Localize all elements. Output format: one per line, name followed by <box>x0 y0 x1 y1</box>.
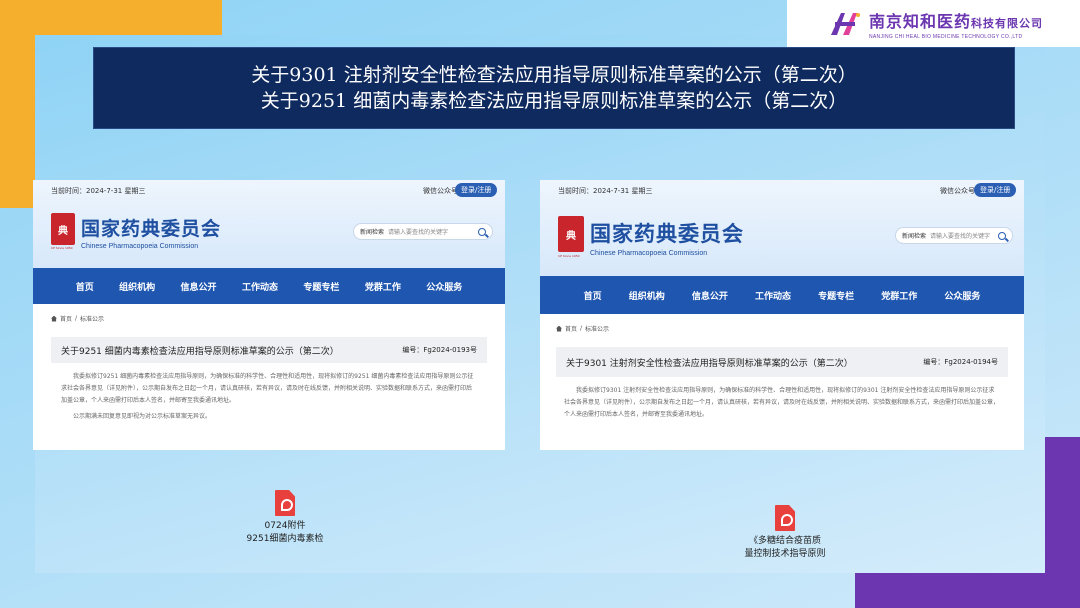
search-input[interactable]: 请输入要查找的关键字 <box>930 231 998 240</box>
site-name-cn: 国家药典委员会 <box>590 222 744 246</box>
attachment-label-line1: 《多糖结合疫苗质 <box>748 536 821 546</box>
search-category-select[interactable]: 新闻检索 <box>902 231 926 240</box>
wechat-link[interactable]: 微信公众号 <box>423 186 458 196</box>
nav-item-info[interactable]: 信息公开 <box>692 289 728 302</box>
site-nav: 首页 组织机构 信息公开 工作动态 专题专栏 党群工作 公众服务 <box>33 268 505 304</box>
nav-item-party[interactable]: 党群工作 <box>365 280 401 293</box>
company-logo: 南京知和医药科技有限公司 NANJING CHI HEAL BIO MEDICI… <box>787 0 1080 47</box>
current-date: 当前时间：2024-7-31 星期三 <box>558 187 653 195</box>
home-icon <box>556 325 562 332</box>
breadcrumb-current[interactable]: 标准公示 <box>80 314 104 323</box>
document-number: 编号：Fg2024-0194号 <box>923 358 998 366</box>
document-title: 关于9301 注射剂安全性检查法应用指导原则标准草案的公示（第二次） <box>566 358 853 369</box>
attachment-file-polysaccharide-vaccine[interactable]: 《多糖结合疫苗质 量控制技术指导原则 <box>710 505 860 561</box>
nav-item-home[interactable]: 首页 <box>76 280 94 293</box>
attachment-label-line2: 9251细菌内毒素检 <box>246 534 324 544</box>
search-category-select[interactable]: 新闻检索 <box>360 227 384 236</box>
site-search-box[interactable]: 新闻检索 请输入要查找的关键字 <box>895 227 1013 244</box>
webpage-screenshot-9251: 当前时间：2024-7-31 星期三 微信公众号 登录/注册 典 CP Sinc… <box>33 180 505 450</box>
breadcrumb-home[interactable]: 首页 <box>565 324 577 333</box>
pdf-file-icon <box>775 505 795 531</box>
title-banner: 关于9301 注射剂安全性检查法应用指导原则标准草案的公示（第二次） 关于925… <box>93 47 1015 129</box>
home-icon <box>51 315 57 322</box>
nav-item-info[interactable]: 信息公开 <box>181 280 217 293</box>
site-name-cn: 国家药典委员会 <box>81 218 222 240</box>
document-body: 我委拟修订9301 注射剂安全性检查法应用指导原则，为确保标准的科学性、合理性和… <box>564 387 1000 418</box>
nav-item-organization[interactable]: 组织机构 <box>629 289 665 302</box>
webpage-screenshot-9301: 当前时间：2024-7-31 星期三 微信公众号 登录/注册 典 CP Sinc… <box>540 180 1024 450</box>
logo-name-cn: 南京知和医药科技有限公司 <box>869 11 1044 31</box>
site-name-en: Chinese Pharmacopoeia Commission <box>81 243 199 250</box>
search-input[interactable]: 请输入要查找的关键字 <box>388 227 478 236</box>
site-search-box[interactable]: 新闻检索 请输入要查找的关键字 <box>353 223 493 240</box>
site-header: 当前时间：2024-7-31 星期三 微信公众号 登录/注册 典 CP Sinc… <box>540 180 1024 276</box>
title-line-2: 关于9251 细菌内毒素检查法应用指导原则标准草案的公示（第二次） <box>260 90 848 112</box>
document-title: 关于9251 细菌内毒素检查法应用指导原则标准草案的公示（第二次） <box>61 346 339 357</box>
wechat-link[interactable]: 微信公众号 <box>940 186 975 196</box>
nav-item-public[interactable]: 公众服务 <box>944 289 980 302</box>
login-button[interactable]: 登录/注册 <box>455 183 498 197</box>
emblem-caption: CP Since 1950 <box>51 246 73 250</box>
nav-item-organization[interactable]: 组织机构 <box>119 280 155 293</box>
current-date: 当前时间：2024-7-31 星期三 <box>51 187 146 195</box>
document-body-note: 公示期满未回复意见即视为对公示标准草案无异议。 <box>73 413 212 420</box>
site-nav: 首页 组织机构 信息公开 工作动态 专题专栏 党群工作 公众服务 <box>540 276 1024 314</box>
document-header: 关于9301 注射剂安全性检查法应用指导原则标准草案的公示（第二次） 编号：Fg… <box>556 347 1008 377</box>
site-header: 当前时间：2024-7-31 星期三 微信公众号 登录/注册 典 CP Sinc… <box>33 180 505 268</box>
nav-item-news[interactable]: 工作动态 <box>755 289 791 302</box>
nav-item-home[interactable]: 首页 <box>584 289 602 302</box>
logo-name-en: NANJING CHI HEAL BIO MEDICINE TECHNOLOGY… <box>869 33 1023 40</box>
commission-emblem-icon: 典 <box>51 213 75 245</box>
attachment-file-9251[interactable]: 0724附件 9251细菌内毒素检 <box>210 490 360 546</box>
breadcrumb: 首页 / 标准公示 <box>556 324 1008 333</box>
search-icon[interactable] <box>478 227 486 236</box>
breadcrumb: 首页 / 标准公示 <box>51 314 487 323</box>
nav-item-public[interactable]: 公众服务 <box>426 280 462 293</box>
pdf-file-icon <box>275 490 295 516</box>
commission-emblem-icon: 典 <box>558 216 584 252</box>
document-body: 我委拟修订9251 细菌内毒素检查法应用指导原则，为确保标准的科学性、合理性和适… <box>61 373 474 404</box>
breadcrumb-home[interactable]: 首页 <box>60 314 72 323</box>
login-button[interactable]: 登录/注册 <box>974 183 1017 197</box>
breadcrumb-current[interactable]: 标准公示 <box>585 324 609 333</box>
nav-item-news[interactable]: 工作动态 <box>242 280 278 293</box>
search-icon[interactable] <box>998 231 1006 240</box>
emblem-caption: CP Since 1950 <box>558 254 580 258</box>
document-number: 编号：Fg2024-0193号 <box>402 346 477 354</box>
nav-item-topics[interactable]: 专题专栏 <box>818 289 854 302</box>
site-name-en: Chinese Pharmacopoeia Commission <box>590 250 708 257</box>
attachment-label-line1: 0724附件 <box>264 521 306 531</box>
document-header: 关于9251 细菌内毒素检查法应用指导原则标准草案的公示（第二次） 编号：Fg2… <box>51 337 487 363</box>
logo-mark-icon <box>827 9 863 39</box>
nav-item-party[interactable]: 党群工作 <box>881 289 917 302</box>
attachment-label-line2: 量控制技术指导原则 <box>744 549 826 559</box>
nav-item-topics[interactable]: 专题专栏 <box>303 280 339 293</box>
title-line-1: 关于9301 注射剂安全性检查法应用指导原则标准草案的公示（第二次） <box>251 64 857 86</box>
